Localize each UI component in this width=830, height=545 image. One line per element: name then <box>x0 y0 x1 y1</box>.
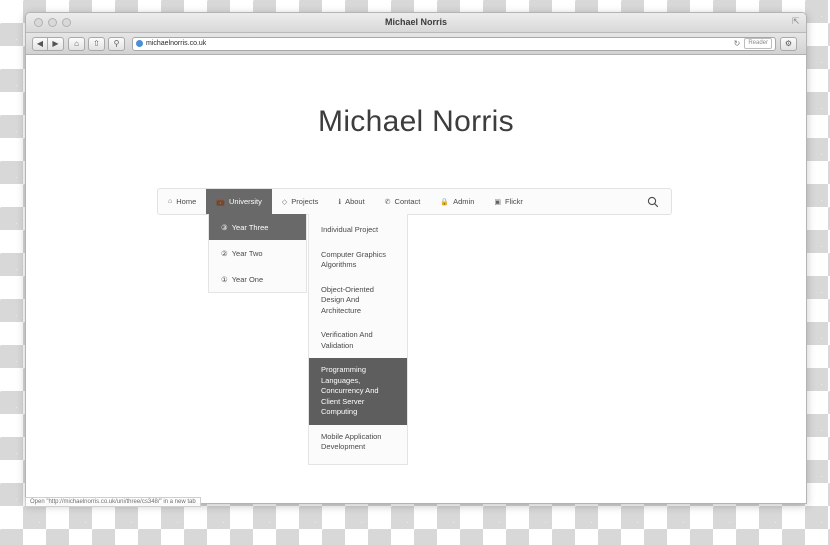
nav-label: Contact <box>394 197 421 206</box>
nav-label: Admin <box>453 197 475 206</box>
module-item-mobile-application-development[interactable]: Mobile Application Development <box>309 425 407 460</box>
browser-toolbar: ◀ ▶ ⌂ ⇧ ⚲ michaelnorris.co.uk ↻ Reader ⚙ <box>26 33 806 55</box>
nav-label: University <box>228 197 262 206</box>
share-icon[interactable]: ⇧ <box>88 36 105 51</box>
window-title: Michael Norris <box>384 17 448 27</box>
year-label: Year Two <box>231 248 263 258</box>
nav-label: Flickr <box>505 197 523 206</box>
camera-icon: ▣ <box>494 198 502 206</box>
year-number: ② <box>221 248 228 258</box>
modules-dropdown: Individual Project Computer Graphics Alg… <box>308 214 408 465</box>
close-button[interactable] <box>34 18 43 27</box>
nav-buttons-group: ◀ ▶ <box>32 36 64 51</box>
home-icon: ⌂ <box>168 198 173 205</box>
info-icon: ℹ <box>338 198 342 206</box>
minimize-button[interactable] <box>48 18 57 27</box>
phone-icon: ✆ <box>384 198 391 206</box>
year-label: Year Three <box>231 222 269 232</box>
years-dropdown: ③ Year Three ② Year Two ① Year One <box>208 214 307 293</box>
nav-label: Home <box>176 197 197 206</box>
resize-icon[interactable]: ⇱ <box>792 17 802 27</box>
nav-item-contact[interactable]: ✆ Contact <box>375 189 431 214</box>
page-content: Michael Norris ⌂ Home 💼 University ◇ Pro… <box>26 55 806 502</box>
forward-button[interactable]: ▶ <box>48 36 64 51</box>
status-bar: Open "http://michaelnorris.co.uk/uni/thr… <box>25 497 201 507</box>
address-bar[interactable]: michaelnorris.co.uk ↻ Reader <box>132 36 776 51</box>
nav-item-about[interactable]: ℹ About <box>328 189 374 214</box>
nav-item-admin[interactable]: 🔒 Admin <box>430 189 484 214</box>
nav-label: About <box>345 197 365 206</box>
site-navbar: ⌂ Home 💼 University ◇ Projects ℹ About ✆… <box>157 188 672 215</box>
briefcase-icon: 💼 <box>216 198 225 206</box>
search-button[interactable] <box>647 189 671 214</box>
search-icon <box>647 196 659 207</box>
lock-icon: 🔒 <box>440 198 450 206</box>
reader-button[interactable]: Reader <box>744 38 772 49</box>
year-item-one[interactable]: ① Year One <box>209 266 306 292</box>
address-bar-actions: ↻ Reader <box>734 38 772 49</box>
reload-icon[interactable]: ↻ <box>734 39 741 48</box>
url-text: michaelnorris.co.uk <box>146 40 207 47</box>
nav-item-university[interactable]: 💼 University <box>206 189 272 214</box>
nav-item-flickr[interactable]: ▣ Flickr <box>484 189 533 214</box>
window-controls[interactable] <box>34 18 71 27</box>
module-item-individual-project[interactable]: Individual Project <box>309 218 407 243</box>
zoom-button[interactable] <box>62 18 71 27</box>
year-number: ③ <box>221 222 228 232</box>
year-label: Year One <box>231 274 264 284</box>
home-icon[interactable]: ⌂ <box>68 36 85 51</box>
page-title: Michael Norris <box>318 105 514 138</box>
tag-icon: ◇ <box>281 198 288 206</box>
nav-item-projects[interactable]: ◇ Projects <box>272 189 328 214</box>
nav-label: Projects <box>291 197 319 206</box>
year-item-three[interactable]: ③ Year Three <box>209 214 306 240</box>
module-item-programming-languages-concurrency-and-client-server-computing[interactable]: Programming Languages, Concurrency And C… <box>309 358 407 425</box>
module-item-verification-and-validation[interactable]: Verification And Validation <box>309 323 407 358</box>
year-item-two[interactable]: ② Year Two <box>209 240 306 266</box>
module-item-object-oriented-design-and-architecture[interactable]: Object-Oriented Design And Architecture <box>309 278 407 324</box>
browser-window: Michael Norris ⇱ ◀ ▶ ⌂ ⇧ ⚲ michaelnorris… <box>25 12 807 504</box>
module-item-computer-graphics-algorithms[interactable]: Computer Graphics Algorithms <box>309 243 407 278</box>
bookmark-icon[interactable]: ⚲ <box>108 36 125 51</box>
year-number: ① <box>221 274 228 284</box>
toolbar-right-group: ⚙ <box>780 36 800 51</box>
window-titlebar[interactable]: Michael Norris ⇱ <box>26 13 806 33</box>
nav-item-home[interactable]: ⌂ Home <box>158 189 206 214</box>
back-button[interactable]: ◀ <box>32 36 48 51</box>
favicon-icon <box>136 40 143 47</box>
gear-icon[interactable]: ⚙ <box>780 36 797 51</box>
